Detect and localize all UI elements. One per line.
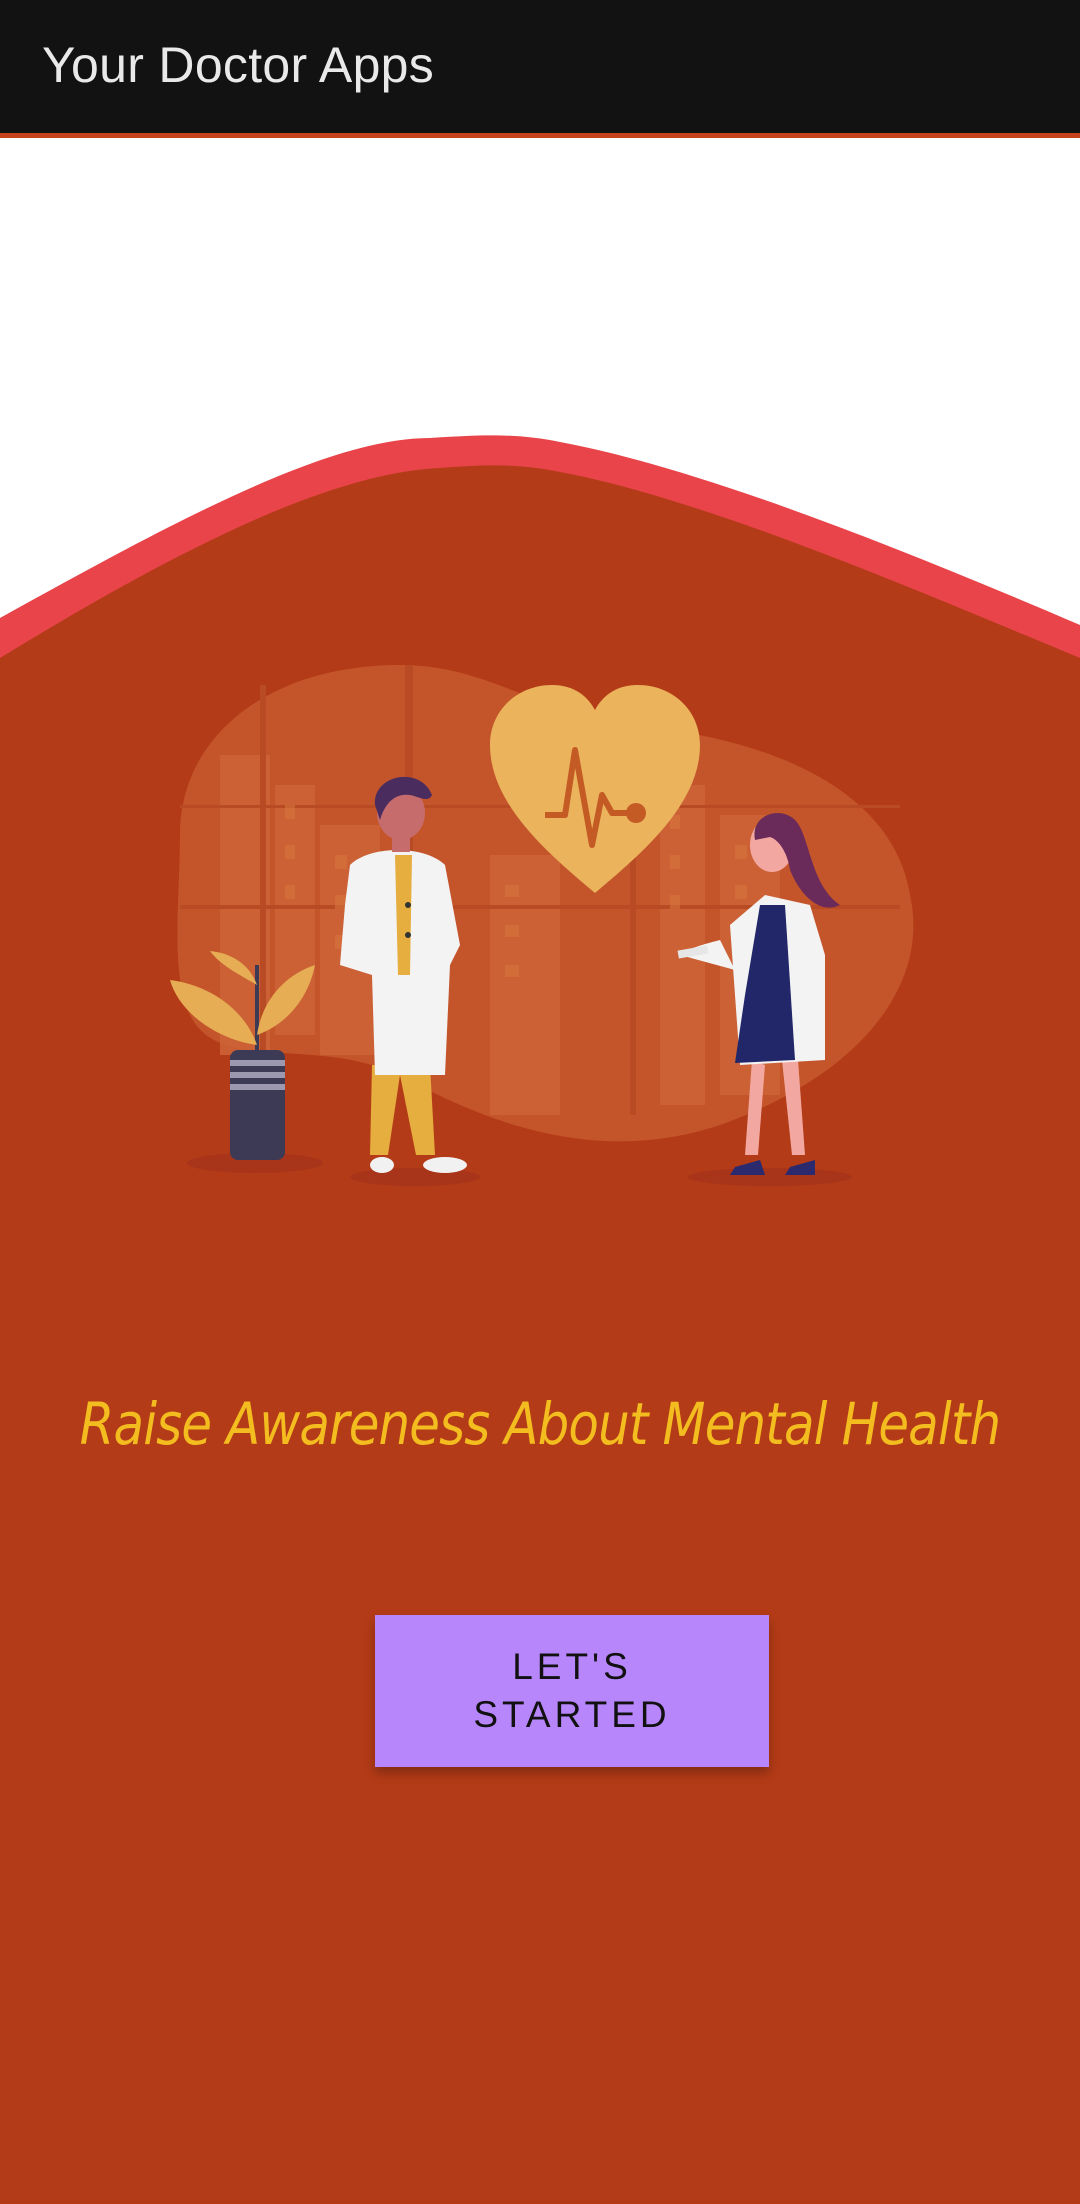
header-wave (0, 138, 1080, 678)
app-bar: Your Doctor Apps (0, 0, 1080, 138)
tagline: Raise Awareness About Mental Health (79, 1390, 1001, 1458)
app-title: Your Doctor Apps (42, 37, 435, 93)
two-doctors-with-heart-illustration (170, 665, 914, 1186)
lets-started-button[interactable]: LET'S STARTED (375, 1615, 769, 1767)
